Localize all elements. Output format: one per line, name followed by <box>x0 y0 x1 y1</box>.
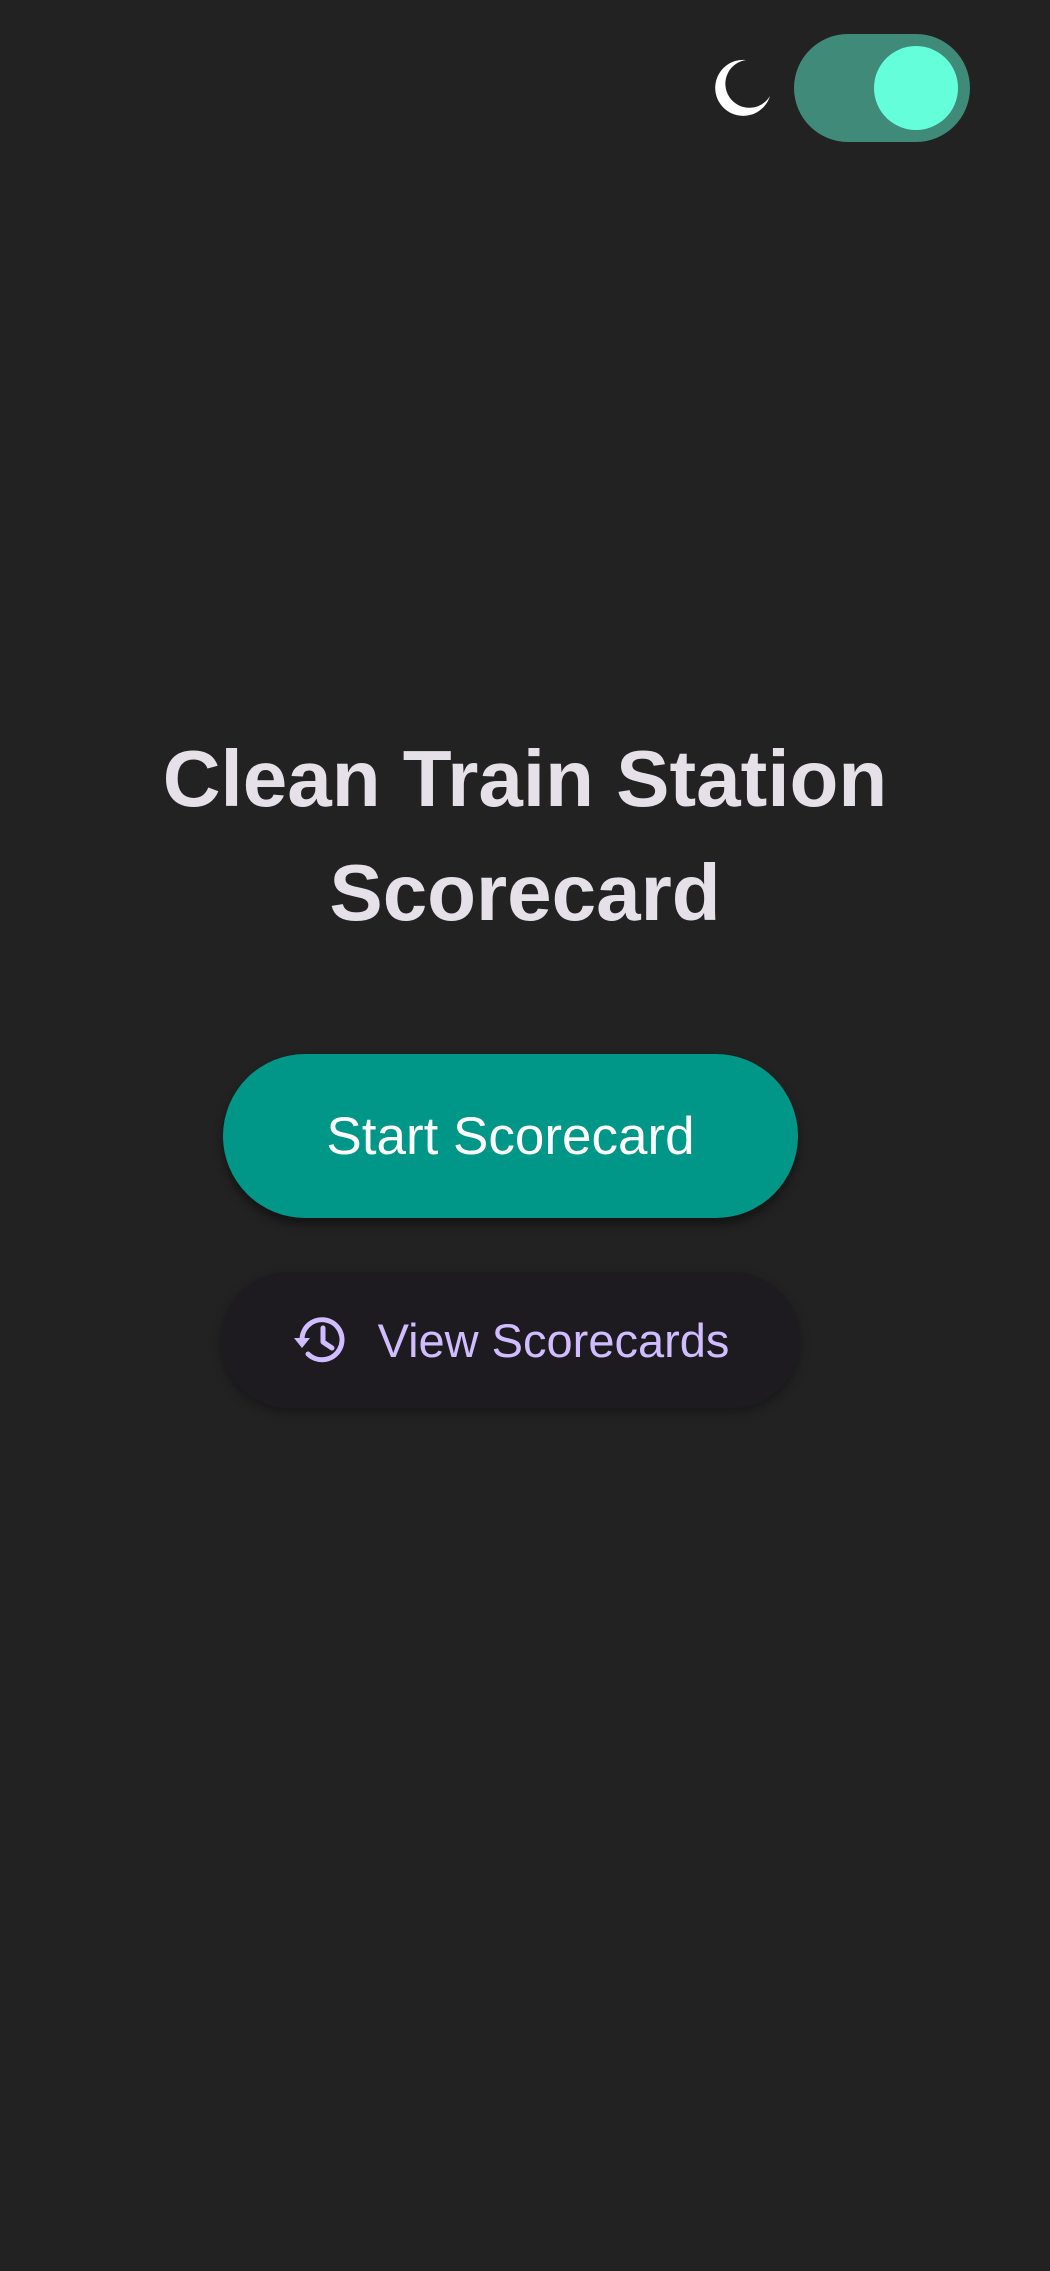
start-scorecard-label: Start Scorecard <box>326 1106 695 1166</box>
switch-thumb[interactable] <box>874 46 958 130</box>
dark-mode-switch[interactable] <box>794 34 970 142</box>
theme-toggle <box>708 34 970 142</box>
page-title-line-1: Clean Train Station <box>162 734 888 823</box>
page-title-line-2: Scorecard <box>329 848 721 937</box>
history-icon <box>293 1317 345 1363</box>
view-scorecards-label: View Scorecards <box>377 1313 730 1367</box>
moon-icon <box>715 59 770 116</box>
start-scorecard-button[interactable]: Start Scorecard <box>223 1054 798 1218</box>
view-scorecards-button[interactable]: View Scorecards <box>221 1272 800 1408</box>
page-title: Clean Train Station Scorecard <box>0 722 1050 950</box>
